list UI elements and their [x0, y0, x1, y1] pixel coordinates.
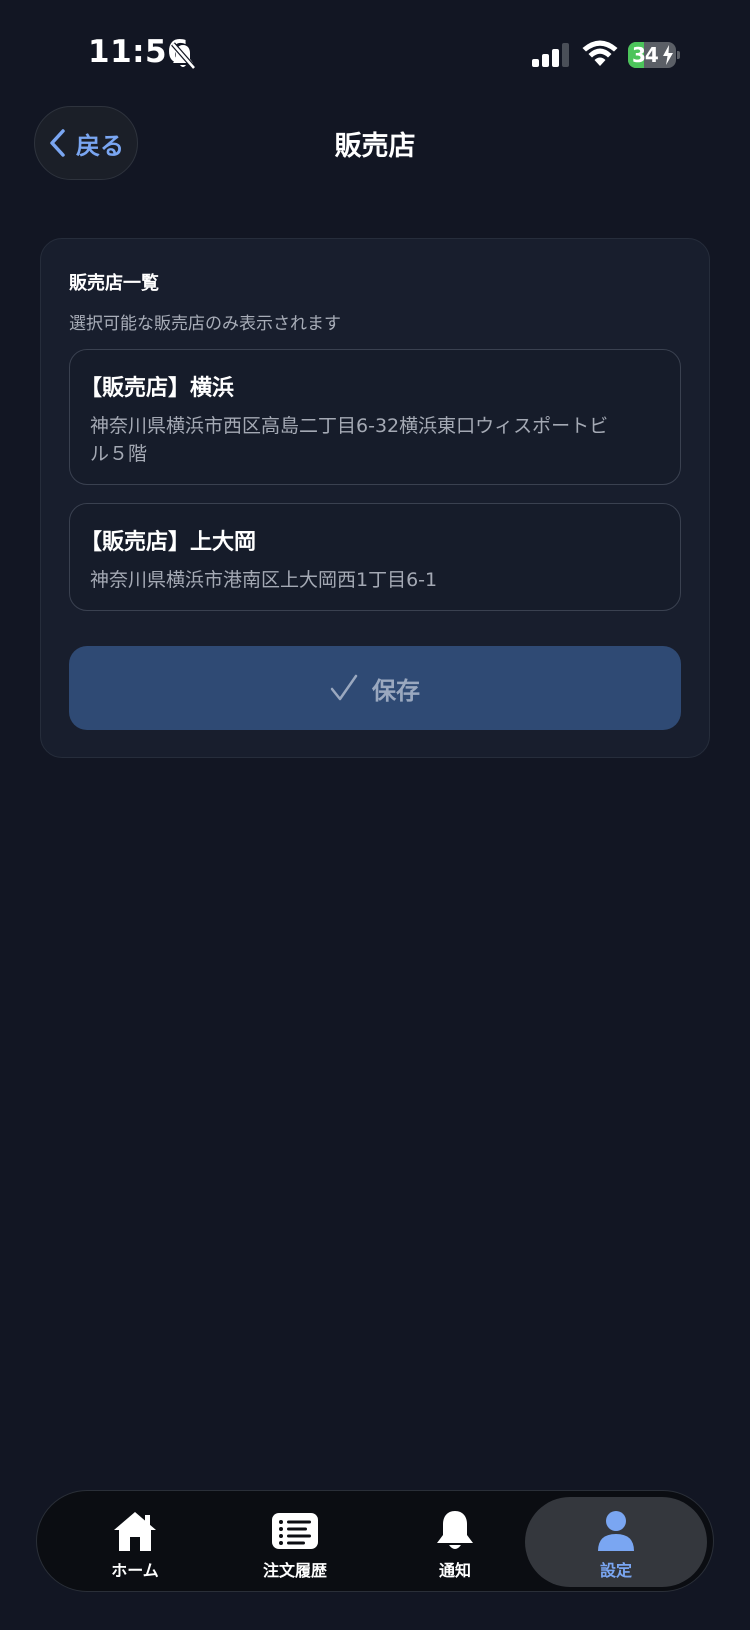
- store-name: 【販売店】上大岡: [80, 530, 257, 555]
- store-item-yokohama[interactable]: 【販売店】横浜 神奈川県横浜市西区高島二丁目6-32横浜東口ウィスポートビル５階: [69, 349, 681, 485]
- status-bar: 11:56 34: [0, 0, 750, 110]
- bell-off-icon: [171, 42, 196, 70]
- tab-label: 注文履歴: [262, 1561, 327, 1580]
- battery-level: 34: [632, 43, 659, 67]
- checkmark-icon: [330, 674, 358, 701]
- tab-bar: ホーム 注文履歴 通知 設定: [36, 1490, 714, 1592]
- signal-icon: [532, 43, 569, 67]
- card-subtitle: 選択可能な販売店のみ表示されます: [69, 314, 341, 334]
- bell-icon: [437, 1511, 473, 1549]
- wifi-icon: [582, 40, 618, 66]
- tab-label: 通知: [438, 1561, 471, 1580]
- person-icon: [598, 1511, 634, 1551]
- bolt-icon: [663, 45, 673, 65]
- card-title: 販売店一覧: [69, 273, 159, 294]
- tab-orders[interactable]: 注文履歴: [215, 1497, 375, 1587]
- store-name: 【販売店】横浜: [80, 376, 235, 401]
- tab-label: 設定: [599, 1561, 632, 1580]
- tab-home[interactable]: ホーム: [55, 1497, 215, 1587]
- battery-indicator: 34: [628, 42, 680, 68]
- store-item-kamiooka[interactable]: 【販売店】上大岡 神奈川県横浜市港南区上大岡西1丁目6-1: [69, 503, 681, 611]
- store-address: 神奈川県横浜市西区高島二丁目6-32横浜東口ウィスポートビル５階: [90, 415, 609, 465]
- page-title: 販売店: [334, 131, 416, 162]
- tab-settings[interactable]: 設定: [525, 1497, 707, 1587]
- list-icon: [272, 1513, 318, 1549]
- save-button[interactable]: 保存: [69, 646, 681, 730]
- tab-label: ホーム: [111, 1561, 159, 1580]
- store-address: 神奈川県横浜市港南区上大岡西1丁目6-1: [90, 569, 438, 591]
- store-list-card: 販売店一覧 選択可能な販売店のみ表示されます 【販売店】横浜 神奈川県横浜市西区…: [40, 238, 710, 758]
- tab-notifications[interactable]: 通知: [375, 1497, 535, 1587]
- home-icon: [114, 1512, 156, 1551]
- screen: 11:56 34 戻る 販売店 販売店一覧 選択可能な販売店のみ表示されます 【…: [0, 0, 750, 1630]
- save-label: 保存: [372, 676, 420, 705]
